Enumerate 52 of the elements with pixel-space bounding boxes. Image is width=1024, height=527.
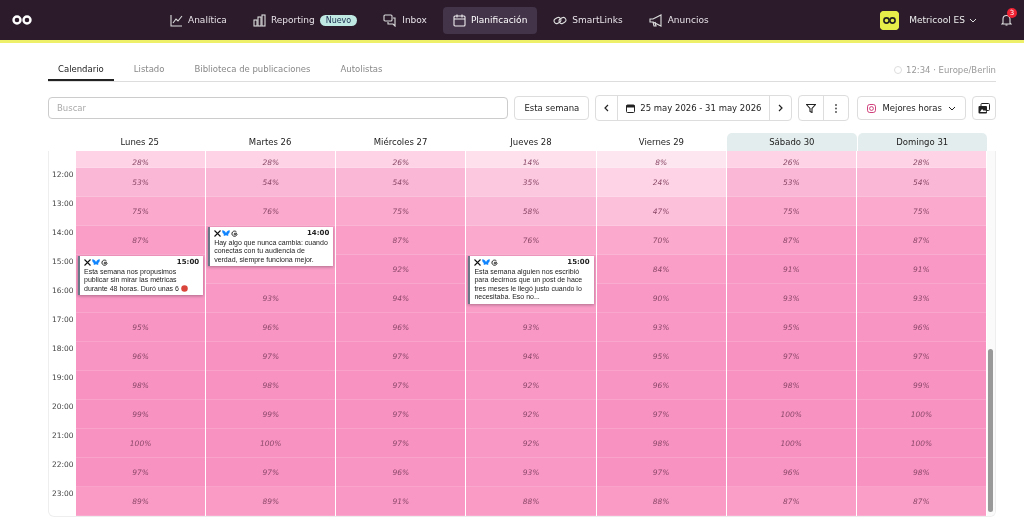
threads-icon — [491, 258, 499, 266]
day-header: Lunes 25 — [119, 136, 160, 149]
search-field[interactable]: Buscar — [48, 97, 509, 119]
nav-item[interactable]: SmartLinks — [543, 6, 633, 34]
best-times-dropdown[interactable]: Mejores horas — [857, 96, 966, 120]
day-header: Jueves 28 — [509, 136, 553, 149]
date-range-button[interactable]: 25 may 2026 - 31 may 2026 — [617, 96, 770, 120]
day-header: Martes 26 — [247, 136, 293, 149]
chevron-left-icon — [604, 104, 610, 112]
this-week-button[interactable]: Esta semana — [514, 96, 590, 120]
chat-icon — [383, 13, 398, 27]
instagram-icon — [867, 103, 877, 113]
bell-icon[interactable] — [1001, 14, 1012, 26]
tab[interactable]: Autolistas — [330, 64, 393, 81]
day-header: Sábado 30 — [727, 133, 857, 151]
x-logo-icon — [214, 229, 222, 237]
megaphone-icon — [648, 13, 663, 27]
images-icon — [978, 102, 990, 114]
butterfly-icon — [92, 258, 100, 266]
account-selector[interactable]: Metricool ES — [905, 13, 981, 27]
bar-chart-icon — [252, 13, 266, 27]
butterfly-icon — [222, 229, 231, 237]
day-header: Domingo 31 — [857, 133, 987, 151]
chevron-right-icon — [778, 104, 784, 112]
butterfly-icon — [482, 258, 491, 266]
x-logo-icon — [474, 258, 482, 266]
more-icon — [835, 103, 838, 113]
threads-icon — [231, 229, 239, 237]
media-button[interactable] — [972, 96, 996, 120]
day-header: Viernes 29 — [637, 136, 685, 149]
nav-item[interactable]: Reporting Nuevo — [242, 6, 368, 34]
chevron-icon — [969, 17, 977, 23]
line-chart-icon — [170, 13, 183, 27]
nav-item[interactable]: Anuncios — [638, 6, 719, 34]
threads-icon — [101, 258, 108, 266]
logo-icon[interactable] — [12, 15, 32, 25]
tab[interactable]: Calendario — [48, 64, 114, 81]
nav-item[interactable]: Analítica — [160, 6, 237, 34]
scrollbar[interactable] — [987, 151, 995, 516]
nav-item[interactable]: Inbox — [373, 6, 437, 34]
calendar-icon — [626, 103, 636, 113]
timezone-selector[interactable]: 12:34 · Europe/Berlin — [893, 65, 996, 81]
account-avatar-icon — [880, 10, 900, 30]
chevron-icon — [948, 105, 956, 111]
filter-icon — [806, 103, 817, 113]
nav-item[interactable]: Planificación — [442, 6, 538, 34]
day-header: Miércoles 27 — [372, 136, 429, 149]
tab[interactable]: Biblioteca de publicaciones — [184, 64, 321, 81]
x-logo-icon — [84, 258, 91, 266]
tab[interactable]: Listado — [123, 64, 175, 81]
new-badge: Nuevo — [319, 14, 358, 26]
calendar-icon — [452, 13, 466, 27]
